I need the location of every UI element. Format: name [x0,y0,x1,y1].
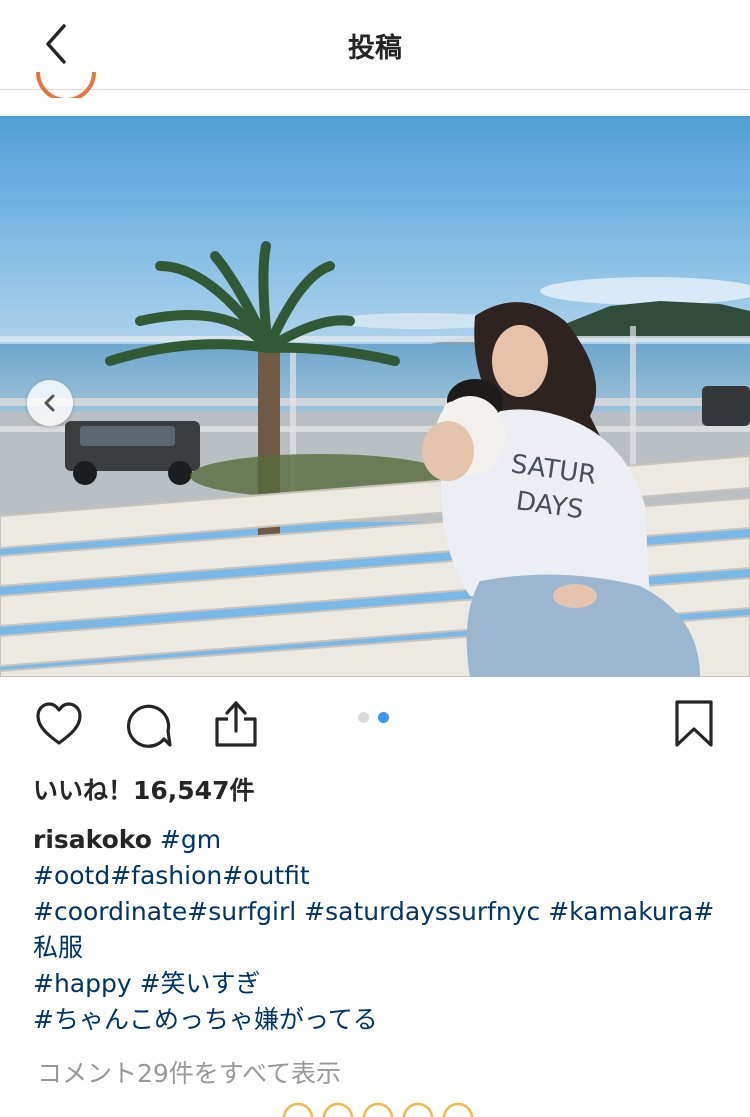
hashtag-link[interactable]: #coordinate#surfgirl #saturdayssurfnyc #… [33,894,723,930]
bookmark-icon [675,700,713,747]
comment-button[interactable] [124,701,174,753]
carousel-dot-active [378,712,389,723]
heart-icon [36,702,82,745]
post-caption: risakoko #gm #ootd#fashion#outfit #coord… [33,822,723,1038]
page-title: 投稿 [348,33,402,64]
save-button[interactable] [674,699,714,753]
hashtag-link[interactable]: #ちゃんこめっちゃ嫌がってる [33,1002,723,1038]
like-button[interactable] [34,701,84,751]
carousel-prev-button[interactable] [27,380,73,426]
chevron-left-icon [44,394,55,412]
post-photo[interactable]: SATUR DAYS [0,116,750,677]
like-count[interactable]: いいね！16,547件 [33,771,254,807]
hashtag-link[interactable]: #happy #笑いすぎ [33,966,723,1002]
caption-line: risakoko #gm [33,822,723,858]
hashtag-link[interactable]: #gm [160,825,221,854]
carousel-indicator [358,708,398,727]
username-link[interactable]: risakoko [33,825,152,854]
comment-icon [127,704,172,748]
hashtag-link[interactable]: 私服 [33,930,723,966]
comment-preview-row [0,1100,750,1117]
carousel-dot [358,712,369,723]
share-icon [215,701,257,747]
top-bar: 投稿 [0,0,750,90]
share-button[interactable] [212,699,260,753]
avatar[interactable] [36,72,96,98]
hashtag-link[interactable]: #ootd#fashion#outfit [33,858,723,894]
view-all-comments-link[interactable]: コメント29件をすべて表示 [37,1054,341,1090]
